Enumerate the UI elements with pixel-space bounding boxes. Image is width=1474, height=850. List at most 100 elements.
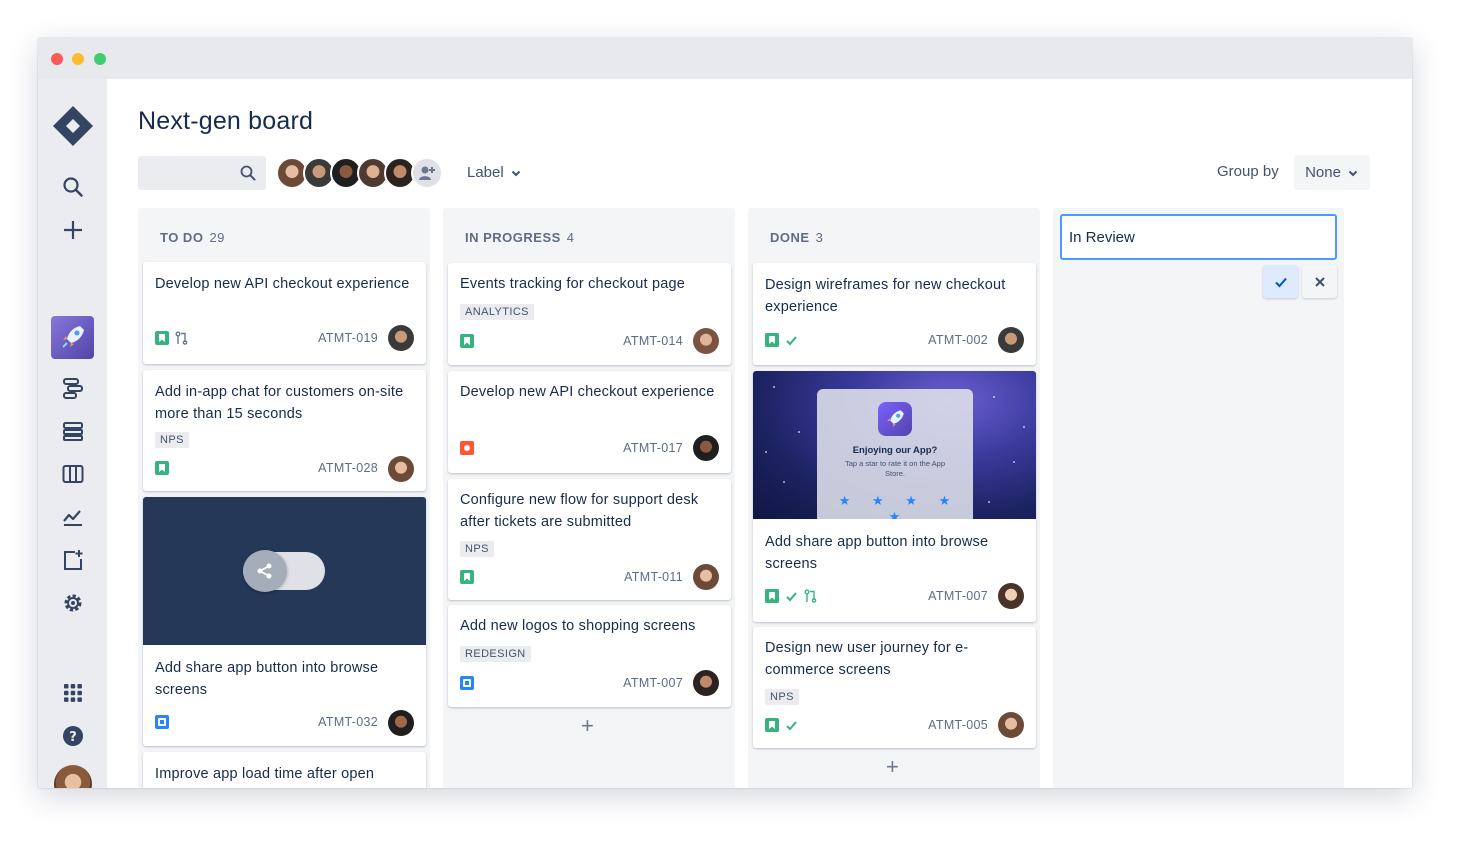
check-icon bbox=[786, 335, 797, 345]
cancel-button[interactable] bbox=[1302, 265, 1337, 298]
issue-card[interactable]: Develop new API checkout experience ATMT… bbox=[448, 371, 731, 473]
card-icons bbox=[155, 331, 189, 345]
assignee-avatar[interactable] bbox=[998, 712, 1024, 738]
backlog-icon[interactable] bbox=[38, 416, 107, 446]
issue-card[interactable]: Design new user journey for e-commerce s… bbox=[753, 627, 1036, 748]
assignee-avatar[interactable] bbox=[693, 328, 719, 354]
column-count: 4 bbox=[566, 230, 575, 245]
story-icon bbox=[765, 718, 779, 732]
story-icon bbox=[460, 334, 474, 348]
assignee-avatar[interactable] bbox=[388, 456, 414, 482]
assignee-avatar[interactable] bbox=[388, 710, 414, 736]
column-title: IN PROGRESS bbox=[465, 230, 561, 245]
issue-key: ATMT-007 bbox=[928, 589, 988, 603]
svg-text:?: ? bbox=[69, 730, 77, 745]
confirm-button[interactable] bbox=[1263, 265, 1298, 298]
pull-request-icon bbox=[175, 331, 188, 345]
board-icon[interactable] bbox=[38, 459, 107, 489]
card-title: Configure new flow for support desk afte… bbox=[460, 492, 699, 530]
card-icons bbox=[155, 715, 169, 729]
issue-label: ANALYTICS bbox=[460, 304, 534, 320]
search-icon[interactable] bbox=[38, 172, 107, 202]
story-icon bbox=[155, 461, 169, 475]
window-titlebar bbox=[38, 38, 1412, 79]
maximize-window-button[interactable] bbox=[94, 53, 106, 65]
rating-heading: Enjoying our App? bbox=[852, 445, 938, 456]
rating-prompt: Enjoying our App? Tap a star to rate it … bbox=[817, 389, 973, 519]
issue-label: NPS bbox=[155, 432, 189, 448]
toggle-illustration bbox=[243, 550, 325, 592]
label-filter-dropdown[interactable]: Label bbox=[467, 164, 522, 181]
card-title: Design new user journey for e-commerce s… bbox=[765, 640, 969, 678]
story-icon bbox=[765, 589, 779, 603]
assignee-avatar[interactable] bbox=[388, 325, 414, 351]
rating-subtext: Tap a star to rate it on the App Store. bbox=[844, 459, 946, 478]
share-icon bbox=[243, 550, 287, 592]
profile-avatar[interactable] bbox=[38, 764, 107, 788]
card-cover-image: Enjoying our App? Tap a star to rate it … bbox=[753, 371, 1036, 519]
jira-logo-icon[interactable] bbox=[38, 101, 107, 151]
card-title: Add share app button into browse screens bbox=[155, 660, 379, 698]
roadmap-icon[interactable] bbox=[38, 373, 107, 403]
add-person-icon bbox=[419, 166, 435, 180]
story-icon bbox=[460, 570, 474, 584]
issue-card[interactable]: Events tracking for checkout page ANALYT… bbox=[448, 263, 731, 365]
add-card-button[interactable]: + bbox=[581, 713, 594, 739]
close-icon bbox=[1314, 276, 1325, 287]
close-window-button[interactable] bbox=[51, 53, 63, 65]
card-cover-image bbox=[143, 497, 426, 645]
assignee-avatar[interactable] bbox=[998, 327, 1024, 353]
story-icon bbox=[155, 331, 169, 345]
issue-card[interactable]: Add in-app chat for customers on-site mo… bbox=[143, 370, 426, 491]
story-icon bbox=[765, 333, 779, 347]
project-avatar-icon[interactable] bbox=[38, 315, 107, 359]
issue-card[interactable]: Design wireframes for new checkout exper… bbox=[753, 263, 1036, 365]
issue-label: NPS bbox=[765, 689, 799, 705]
bug-icon bbox=[460, 441, 474, 455]
issue-card[interactable]: Develop new API checkout experience ATMT… bbox=[143, 262, 426, 364]
group-by-select[interactable]: None bbox=[1294, 155, 1370, 190]
help-icon[interactable]: ? bbox=[38, 721, 107, 751]
assignee-avatar[interactable] bbox=[693, 564, 719, 590]
rocket-icon bbox=[878, 402, 912, 436]
card-title: Add in-app chat for customers on-site mo… bbox=[155, 384, 404, 422]
assignee-avatar[interactable] bbox=[998, 583, 1024, 609]
task-icon bbox=[155, 715, 169, 729]
column-in-progress: IN PROGRESS 4 Events tracking for checkou… bbox=[443, 208, 735, 788]
issue-key: ATMT-019 bbox=[318, 331, 378, 345]
issue-card[interactable]: Improve app load time after open bbox=[143, 752, 426, 788]
column-header: TO DO 29 bbox=[160, 230, 225, 245]
add-people-button[interactable] bbox=[411, 157, 443, 189]
column-header: DONE 3 bbox=[770, 230, 823, 245]
add-item-icon[interactable] bbox=[38, 545, 107, 575]
app-switcher-icon[interactable] bbox=[38, 678, 107, 708]
issue-card[interactable]: Add share app button into browse screens… bbox=[143, 497, 426, 746]
card-title: Develop new API checkout experience bbox=[460, 384, 715, 400]
add-card-button[interactable]: + bbox=[886, 754, 899, 780]
issue-card[interactable]: Enjoying our App? Tap a star to rate it … bbox=[753, 371, 1036, 622]
assignee-avatar[interactable] bbox=[693, 670, 719, 696]
column-title: TO DO bbox=[160, 230, 204, 245]
assignee-avatar[interactable] bbox=[693, 435, 719, 461]
pull-request-icon bbox=[804, 589, 817, 603]
issue-card[interactable]: Add new logos to shopping screens REDESI… bbox=[448, 605, 731, 707]
issue-card[interactable]: Configure new flow for support desk afte… bbox=[448, 479, 731, 600]
chevron-down-icon bbox=[511, 170, 520, 176]
create-icon[interactable] bbox=[38, 215, 107, 245]
card-title: Design wireframes for new checkout exper… bbox=[765, 277, 1006, 315]
search-input[interactable] bbox=[138, 156, 266, 190]
new-column bbox=[1053, 208, 1344, 788]
check-icon bbox=[786, 591, 797, 601]
reports-icon[interactable] bbox=[38, 502, 107, 532]
rating-stars: ★ ★ ★ ★ ★ bbox=[838, 493, 960, 519]
settings-icon[interactable] bbox=[38, 588, 107, 618]
issue-key: ATMT-005 bbox=[928, 718, 988, 732]
card-icons bbox=[765, 333, 798, 347]
minimize-window-button[interactable] bbox=[72, 53, 84, 65]
column-todo: TO DO 29 Develop new API checkout experie… bbox=[138, 208, 430, 788]
column-done: DONE 3 Design wireframes for new checkout… bbox=[748, 208, 1040, 788]
card-icons bbox=[460, 441, 474, 455]
column-name-input[interactable] bbox=[1060, 214, 1337, 260]
card-title: Develop new API checkout experience bbox=[155, 276, 410, 292]
issue-key: ATMT-002 bbox=[928, 333, 988, 347]
